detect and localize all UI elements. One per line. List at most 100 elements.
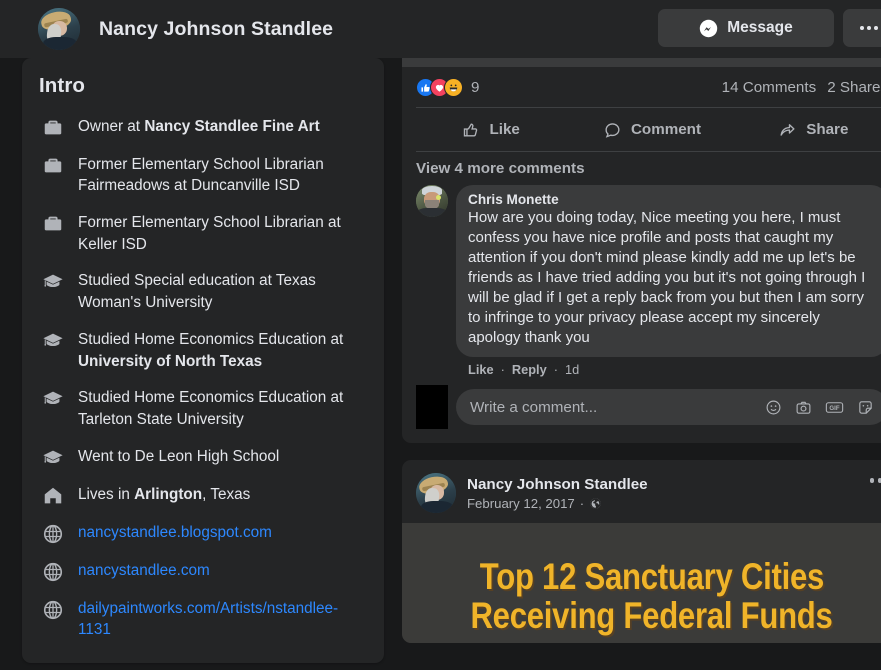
intro-item-label: Studied Special education at Texas Woman… — [78, 272, 316, 312]
intro-item-label: Former Elementary School Librarian Fairm… — [78, 155, 324, 195]
post-header-text: Nancy Johnson Standlee February 12, 2017… — [467, 475, 648, 511]
post-counts: 14 Comments 2 Shares — [722, 79, 881, 96]
post-stats-row: 9 14 Comments 2 Shares — [402, 67, 881, 107]
post-date[interactable]: February 12, 2017 — [467, 496, 575, 511]
comment-author-name[interactable]: Chris Monette — [468, 192, 876, 207]
intro-link-label[interactable]: nancystandlee.com — [78, 560, 210, 582]
emoji-icon[interactable] — [765, 399, 782, 416]
reaction-count: 9 — [471, 78, 480, 96]
comment-button-label: Comment — [630, 120, 702, 138]
camera-icon[interactable] — [795, 399, 812, 416]
intro-item-location[interactable]: Lives in Arlington, Texas — [38, 476, 368, 514]
comment-input-placeholder: Write a comment... — [470, 398, 598, 416]
graduation-cap-icon — [42, 447, 64, 469]
post-image-headline-line2: Receiving Federal Funds — [470, 595, 834, 637]
post-action-bar: Like Comment Share — [402, 108, 881, 151]
post-header: Nancy Johnson Standlee February 12, 2017… — [402, 460, 881, 523]
comment-input[interactable]: Write a comment... GIF — [456, 389, 881, 426]
post-more-button[interactable] — [869, 478, 881, 483]
like-button[interactable]: Like — [410, 112, 571, 147]
left-column: Intro Owner at Nancy Standlee Fine Art F… — [22, 58, 384, 670]
briefcase-icon — [42, 213, 64, 235]
home-icon — [42, 485, 64, 507]
comment: Chris Monette How are you doing today, N… — [402, 183, 881, 377]
view-more-comments-link[interactable]: View 4 more comments — [402, 152, 881, 183]
page-title: Nancy Johnson Standlee — [99, 17, 334, 40]
post-card: Nancy Johnson Standlee February 12, 2017… — [402, 460, 881, 644]
comment-text: How are you doing today, Nice meeting yo… — [468, 208, 866, 347]
post-author-name[interactable]: Nancy Johnson Standlee — [467, 475, 648, 494]
graduation-cap-icon — [42, 330, 64, 352]
comments-count[interactable]: 14 Comments — [722, 79, 817, 96]
header-identity[interactable]: Nancy Johnson Standlee — [38, 8, 333, 50]
intro-link-website[interactable]: nancystandlee.com — [38, 552, 368, 590]
shares-count[interactable]: 2 Shares — [827, 79, 881, 96]
intro-item-label: Owner at Nancy Standlee Fine Art — [78, 117, 320, 135]
globe-icon — [42, 523, 64, 545]
intro-link-blogspot[interactable]: nancystandlee.blogspot.com — [38, 514, 368, 552]
graduation-cap-icon — [42, 388, 64, 410]
composer-icon-group: GIF — [765, 399, 874, 416]
avatar-image — [38, 8, 80, 50]
header-actions: Message — [658, 9, 881, 47]
meta-separator: · — [553, 362, 558, 378]
comment-reply-link[interactable]: Reply — [512, 362, 547, 377]
comment-like-link[interactable]: Like — [468, 362, 494, 377]
intro-card: Intro Owner at Nancy Standlee Fine Art F… — [22, 58, 384, 663]
intro-item-label: Former Elementary School Librarian at Ke… — [78, 213, 341, 253]
meta-separator: · — [500, 362, 505, 378]
post-card: THEGATEWAYPUNDIT.COM OneUnited Bank Laun… — [402, 0, 881, 444]
avatar-image — [416, 473, 456, 514]
message-button[interactable]: Message — [658, 9, 834, 47]
post-meta: February 12, 2017 · — [467, 496, 648, 511]
globe-icon — [42, 561, 64, 583]
haha-reaction-icon — [444, 77, 463, 97]
like-button-label: Like — [489, 120, 520, 138]
intro-item-education-twu[interactable]: Studied Special education at Texas Woman… — [38, 263, 368, 321]
intro-item-work-duncanville[interactable]: Former Elementary School Librarian Fairm… — [38, 146, 368, 204]
post-author-avatar[interactable] — [416, 473, 456, 514]
intro-item-label: Lives in Arlington, Texas — [78, 485, 251, 503]
gif-icon[interactable]: GIF — [825, 399, 844, 416]
comment-meta: Like · Reply · 1d — [456, 357, 881, 377]
briefcase-icon — [42, 155, 64, 177]
intro-link-label[interactable]: dailypaintworks.com/Artists/nstandlee-11… — [78, 598, 368, 641]
intro-item-label: Studied Home Economics Education at Univ… — [78, 330, 344, 370]
comment-composer-row: Write a comment... GIF — [402, 377, 881, 443]
globe-public-icon[interactable] — [589, 497, 602, 510]
share-button-label: Share — [806, 120, 849, 138]
intro-item-label: Studied Home Economics Education at Tarl… — [78, 389, 344, 428]
sticker-icon[interactable] — [857, 399, 874, 416]
thumbs-up-icon — [464, 123, 478, 137]
intro-item-work-owner[interactable]: Owner at Nancy Standlee Fine Art — [38, 108, 368, 146]
intro-link-label[interactable]: nancystandlee.blogspot.com — [78, 522, 272, 544]
ellipsis-icon — [869, 478, 881, 483]
share-arrow-icon — [780, 123, 795, 136]
briefcase-icon — [42, 117, 64, 139]
intro-item-education-unt[interactable]: Studied Home Economics Education at Univ… — [38, 321, 368, 379]
post-image-headline-line1: Top 12 Sanctuary Cities — [479, 556, 825, 598]
comment-author-avatar[interactable] — [416, 184, 448, 217]
comment-body: Chris Monette How are you doing today, N… — [456, 184, 881, 377]
profile-avatar[interactable] — [38, 8, 80, 50]
ellipsis-icon — [860, 26, 878, 30]
post-image[interactable]: Top 12 Sanctuary Cities Receiving Federa… — [402, 523, 881, 644]
intro-link-dailypaintworks[interactable]: dailypaintworks.com/Artists/nstandlee-11… — [38, 590, 368, 648]
intro-item-education-tarleton[interactable]: Studied Home Economics Education at Tarl… — [38, 380, 368, 438]
globe-icon — [42, 599, 64, 621]
intro-item-label: Went to De Leon High School — [78, 447, 280, 465]
meta-separator: · — [579, 496, 585, 512]
comment-button[interactable]: Comment — [571, 112, 732, 147]
profile-sticky-header: Nancy Johnson Standlee Message — [0, 0, 881, 58]
messenger-icon — [700, 19, 718, 37]
intro-item-work-keller[interactable]: Former Elementary School Librarian at Ke… — [38, 204, 368, 262]
header-more-button[interactable] — [843, 9, 881, 47]
share-button[interactable]: Share — [733, 112, 881, 147]
avatar-image — [416, 184, 448, 217]
feed-column: THEGATEWAYPUNDIT.COM OneUnited Bank Laun… — [402, 0, 881, 644]
svg-text:GIF: GIF — [829, 405, 839, 412]
message-button-label: Message — [727, 19, 793, 36]
intro-item-education-deleon[interactable]: Went to De Leon High School — [38, 438, 368, 476]
facebook-profile-page: Nancy Johnson Standlee Message Intro Own… — [0, 0, 881, 670]
reaction-summary[interactable]: 9 — [416, 77, 480, 97]
